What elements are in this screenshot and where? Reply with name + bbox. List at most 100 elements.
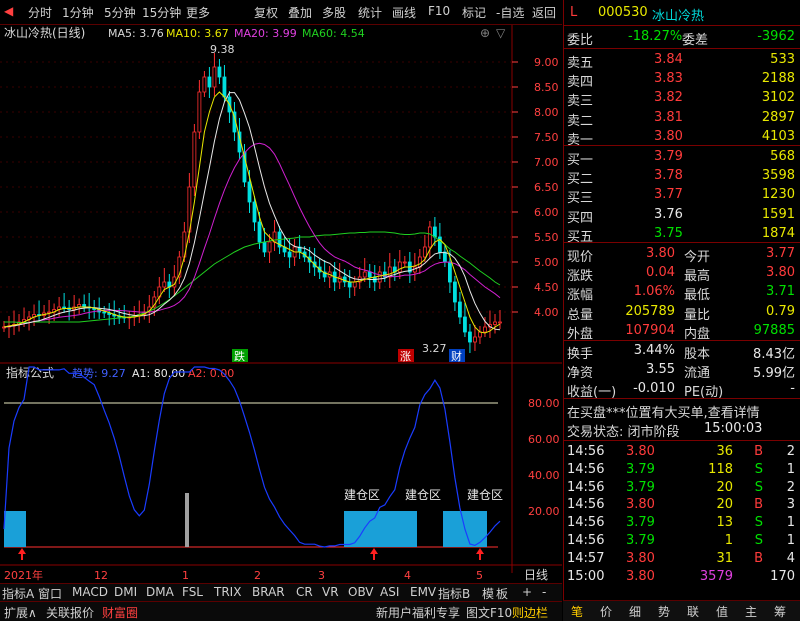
level-volume: 568 (770, 149, 795, 164)
notice-text[interactable]: 在买盘***位置有大买单,查看详情 (567, 402, 760, 421)
low-label: 3.27 (422, 342, 447, 355)
btn-fuquan[interactable]: 复权 (254, 4, 278, 21)
collapse-icon[interactable]: ▽ (496, 26, 506, 40)
stat-l2: 量比 (684, 307, 711, 323)
tab-more[interactable]: 更多 (186, 4, 210, 21)
buy-level-4[interactable]: 买四 3.76 1591 (564, 206, 800, 226)
tick-n: 170 (770, 568, 795, 584)
quote-tab-7[interactable]: 筹 (774, 603, 786, 620)
sell-level-4[interactable]: 卖四 3.83 2188 (564, 70, 800, 90)
bottom-link-1[interactable]: 关联报价 (46, 604, 94, 621)
marker-cai[interactable]: 财 (451, 349, 462, 363)
menu-arrow-icon[interactable]: ◀ (4, 4, 13, 18)
tab-5min[interactable]: 5分钟 (104, 4, 136, 21)
ma10-label: MA10: 3.67 (166, 27, 229, 40)
stat-v1: 107904 (625, 322, 675, 338)
indicator-tab-6[interactable]: TRIX (214, 585, 241, 599)
btn-tongji[interactable]: 统计 (358, 4, 382, 21)
indicator-right-tab-3[interactable]: + (522, 585, 532, 599)
btn-f10[interactable]: F10 (428, 4, 450, 18)
buy-level-3[interactable]: 买三 3.77 1230 (564, 186, 800, 206)
indicator-tab-11[interactable]: ASI (380, 585, 399, 599)
bottom-link-2[interactable]: 财富圈 (102, 604, 138, 621)
marker-zhang[interactable]: 涨 (400, 350, 411, 363)
buy-level-1[interactable]: 买一 3.79 568 (564, 148, 800, 168)
btn-biaoji[interactable]: 标记 (462, 4, 486, 21)
tick-p: 3.80 (626, 444, 655, 459)
level-volume: 4103 (761, 128, 795, 144)
indicator-tab-7[interactable]: BRAR (252, 585, 285, 599)
tab-15min[interactable]: 15分钟 (142, 4, 181, 21)
kline-chart[interactable]: 9.00 8.50 8.00 7.50 7.00 6.50 6.00 5.50 5.00 4.50… (0, 25, 562, 583)
sell-level-5[interactable]: 卖五 3.84 533 (564, 51, 800, 71)
indicator-tab-9[interactable]: VR (322, 585, 339, 599)
indicator-tab-5[interactable]: FSL (182, 585, 203, 599)
quote-tab-4[interactable]: 联 (687, 603, 699, 620)
build-zone-label-2: 建仓区 (405, 488, 441, 502)
sell-level-3[interactable]: 卖三 3.82 3102 (564, 89, 800, 109)
tick-row: 14:56 3.80 36 B 2 (564, 443, 800, 462)
candle-body (417, 256, 422, 268)
indicator-right-tab-0[interactable]: 指标B (438, 585, 470, 602)
bottom-right-link-0[interactable]: 新用户福利专享 (376, 604, 460, 621)
buy-level-2[interactable]: 买二 3.78 3598 (564, 167, 800, 187)
stat-v2: 3.71 (766, 284, 795, 300)
indicator-tab-12[interactable]: EMV (410, 585, 436, 599)
tick-t: 15:00 (567, 568, 605, 584)
btn-huaxian[interactable]: 画线 (392, 4, 416, 21)
candle-body (102, 311, 107, 314)
indicator-right-tab-2[interactable]: 板 (496, 585, 508, 602)
indicator-right-tab-4[interactable]: - (542, 585, 546, 599)
btn-duogu[interactable]: 多股 (322, 4, 346, 21)
quote-tab-2[interactable]: 细 (629, 603, 641, 620)
tab-1min[interactable]: 1分钟 (62, 4, 94, 21)
indicator-tab-3[interactable]: DMI (114, 585, 137, 599)
indicator-tab-8[interactable]: CR (296, 585, 313, 599)
wb-label: 委比 (567, 33, 594, 48)
stat-v1: 205789 (625, 303, 675, 319)
marker-die[interactable]: 跌 (234, 349, 245, 363)
tick-p: 3.79 (626, 515, 655, 531)
btn-back[interactable]: 返回 (532, 4, 556, 21)
indicator-tab-1[interactable]: 窗口 (38, 585, 62, 602)
quote-tab-6[interactable]: 主 (745, 603, 757, 620)
period-label[interactable]: 日线 (524, 568, 548, 582)
candle-body (498, 321, 502, 324)
settings-icon[interactable]: ⊕ (480, 26, 490, 40)
stat-v2: - (790, 381, 795, 397)
stat-row-1: 涨跌 0.04 最高 3.80 (564, 264, 800, 284)
candle-body (432, 226, 437, 238)
stat-l2: 内盘 (684, 326, 711, 342)
indicator-tab-2[interactable]: MACD (72, 585, 108, 599)
indicator-right-tab-1[interactable]: 模 (482, 585, 494, 602)
bottom-tabs: 指标A 窗口 MACD DMI DMA FSL TRIX BRAR CR VR OBV ASI EMV 指… (0, 583, 562, 621)
bottom-right-link-1[interactable]: 图文F10 (466, 604, 512, 621)
quote-tab-1[interactable]: 价 (600, 603, 612, 620)
btn-diejia[interactable]: 叠加 (288, 4, 312, 21)
candle-body (478, 331, 482, 338)
sell-level-1[interactable]: 卖一 3.80 4103 (564, 128, 800, 148)
quote-tab-5[interactable]: 值 (716, 603, 728, 620)
level-price: 3.76 (654, 206, 683, 222)
stat-l1: 外盘 (567, 326, 594, 342)
indicator-tab-4[interactable]: DMA (146, 585, 174, 599)
candle-body (493, 321, 497, 325)
indicator-tab-10[interactable]: OBV (348, 585, 374, 599)
candle-body (62, 306, 67, 309)
stat-row-4: 外盘 107904 内盘 97885 (564, 322, 800, 342)
sell-level-2[interactable]: 卖二 3.81 2897 (564, 109, 800, 129)
tick-t: 14:56 (567, 497, 605, 513)
tick-d: S (754, 479, 763, 495)
stat-l1: 现价 (567, 250, 594, 265)
quote-tab-0[interactable]: 笔 (571, 603, 583, 620)
bottom-right-link-2[interactable]: 则边栏 (512, 604, 548, 621)
quote-tab-3[interactable]: 势 (658, 603, 670, 620)
indicator-tab-0[interactable]: 指标A (2, 585, 34, 602)
tick-d: B (754, 550, 763, 566)
tab-fenshi[interactable]: 分时 (28, 4, 52, 21)
level-price: 3.84 (654, 52, 683, 67)
level-price: 3.81 (654, 109, 683, 125)
bottom-link-0[interactable]: 扩展∧ (4, 604, 37, 621)
buy-level-5[interactable]: 买五 3.75 1874 (564, 225, 800, 245)
btn-zixuan[interactable]: -自选 (496, 4, 524, 21)
